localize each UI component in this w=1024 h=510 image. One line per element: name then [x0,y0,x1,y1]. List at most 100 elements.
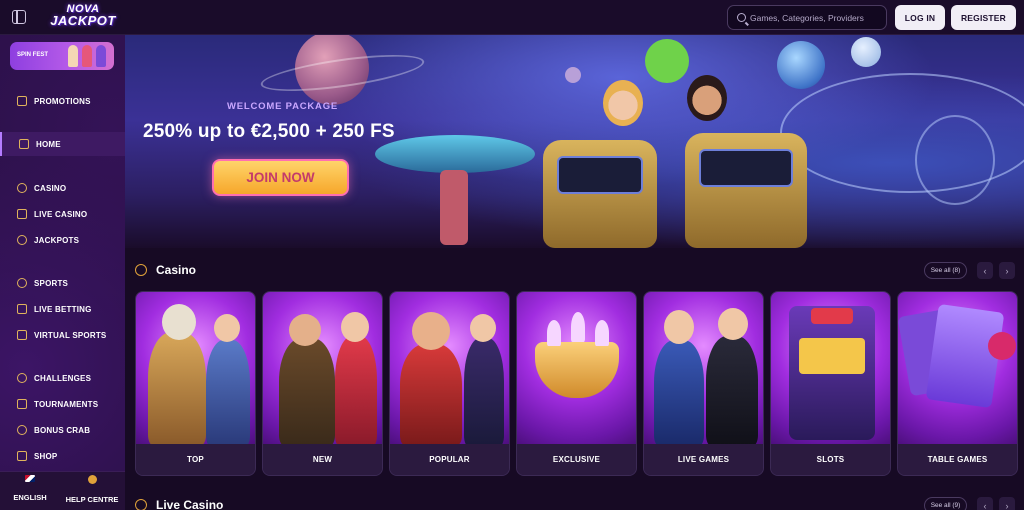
card-label: NEW [263,444,382,475]
sidebar-item-label: VIRTUAL SPORTS [34,330,107,340]
dealer-woman-figure-icon [654,340,704,446]
jackpot-icon [17,235,27,245]
dealer-man-head-icon [718,308,748,340]
car-screen-icon [557,156,643,194]
sidebar-item-label: SHOP [34,451,58,461]
zeus-head-icon [162,304,196,340]
sidebar-item-promotions[interactable]: PROMOTIONS [0,89,125,113]
promo-figure-icon [96,45,106,67]
sidebar-item-live-betting[interactable]: LIVE BETTING [0,297,125,321]
casino-chip-icon [988,332,1016,360]
logo[interactable]: NOVA JACKPOT [46,3,120,31]
woman-character-icon [603,80,643,126]
rollercoaster-loop-decoration [915,115,995,205]
section-title: Casino [156,263,197,277]
sidebar-item-bonus-crab[interactable]: BONUS CRAB [0,418,125,442]
card-label: TABLE GAMES [898,444,1017,475]
help-label: HELP CENTRE [65,495,119,504]
ufo-tower-decoration [375,135,535,173]
promo-banner[interactable]: SPIN FEST [10,42,114,70]
logo-line2: JACKPOT [50,13,116,28]
sidebar-item-tournaments[interactable]: TOURNAMENTS [0,392,125,416]
next-arrow-icon[interactable]: › [999,262,1015,279]
sidebar-item-home[interactable]: HOME [0,132,125,156]
crown-icon [535,342,619,398]
planet-decoration [851,37,881,67]
spade-icon [135,499,147,510]
next-arrow-icon[interactable]: › [999,497,1015,510]
card-label: LIVE GAMES [644,444,763,475]
category-card-table-games[interactable]: TABLE GAMES [897,291,1018,476]
category-card-new[interactable]: NEW [262,291,383,476]
card-art [263,292,382,446]
promo-label: SPIN FEST [17,52,49,58]
sidebar-item-sports[interactable]: SPORTS [0,271,125,295]
help-icon [87,475,97,484]
medal-icon [17,373,27,383]
crown-gem-icon [571,312,585,342]
category-card-top[interactable]: TOP [135,291,256,476]
woman-head-icon [341,312,369,342]
hero-banner[interactable]: WELCOME PACKAGE 250% up to €2,500 + 250 … [125,35,1024,248]
spade-icon [17,209,27,219]
search-input[interactable] [748,6,884,29]
search-box[interactable] [727,5,887,30]
sidebar-item-jackpots[interactable]: JACKPOTS [0,228,125,252]
promo-figure-icon [82,45,92,67]
card-art [517,292,636,446]
casino-chip-icon [135,264,147,276]
home-icon [19,139,29,149]
planet-decoration [565,67,581,83]
prev-arrow-icon[interactable]: ‹ [977,497,993,510]
card-label: POPULAR [390,444,509,475]
card-label: TOP [136,444,255,475]
sidebar-item-casino[interactable]: CASINO [0,176,125,200]
register-button[interactable]: REGISTER [951,5,1016,30]
prev-arrow-icon[interactable]: ‹ [977,262,993,279]
explorer-head-icon [289,314,321,346]
sidebar-item-label: PROMOTIONS [34,96,91,106]
sidebar-item-shop[interactable]: SHOP [0,444,125,468]
ball-icon [17,278,27,288]
ufo-stem-decoration [440,170,468,245]
bumper-car-right-icon [685,133,807,248]
man-figure-icon [206,340,250,446]
login-button[interactable]: LOG IN [895,5,945,30]
dealer-man-figure-icon [706,336,758,446]
cowboy-head-icon [412,312,450,350]
category-card-live-games[interactable]: LIVE GAMES [643,291,764,476]
help-centre-link[interactable]: HELP CENTRE [62,475,122,507]
sidebar-footer: ENGLISH HELP CENTRE [0,471,125,510]
card-art [898,292,1017,446]
category-card-slots[interactable]: SLOTS [770,291,891,476]
cowboy-figure-icon [400,344,462,446]
category-card-exclusive[interactable]: EXCLUSIVE [516,291,637,476]
slot-sign-icon [811,308,853,324]
card-label: SLOTS [771,444,890,475]
sidebar-item-label: BONUS CRAB [34,425,91,435]
sidebar-toggle-icon[interactable] [12,10,26,24]
woman-figure-icon [335,336,377,446]
card-art [771,292,890,446]
sidebar-item-label: LIVE CASINO [34,209,88,219]
see-all-casino-button[interactable]: See all (8) [924,262,967,279]
sidebar-item-label: CHALLENGES [34,373,92,383]
zeus-figure-icon [148,332,206,446]
crown-gem-icon [547,320,561,346]
join-now-button[interactable]: JOIN NOW [212,159,349,196]
car-screen-icon [699,149,793,187]
promo-figure-icon [68,45,78,67]
sidebar-item-virtual-sports[interactable]: VIRTUAL SPORTS [0,323,125,347]
live-icon [17,304,27,314]
sidebar: SPIN FEST PROMOTIONS HOME CASINO LIVE CA… [0,35,125,510]
sidebar-item-live-casino[interactable]: LIVE CASINO [0,202,125,226]
see-all-live-casino-button[interactable]: See all (9) [924,497,967,510]
dealer-woman-head-icon [664,310,694,344]
man-character-icon [687,75,727,121]
sidebar-item-challenges[interactable]: CHALLENGES [0,366,125,390]
category-card-popular[interactable]: POPULAR [389,291,510,476]
hero-kicker: WELCOME PACKAGE [227,101,339,112]
crab-icon [17,425,27,435]
language-selector[interactable]: ENGLISH [0,475,60,505]
alien-character-icon [645,39,689,83]
